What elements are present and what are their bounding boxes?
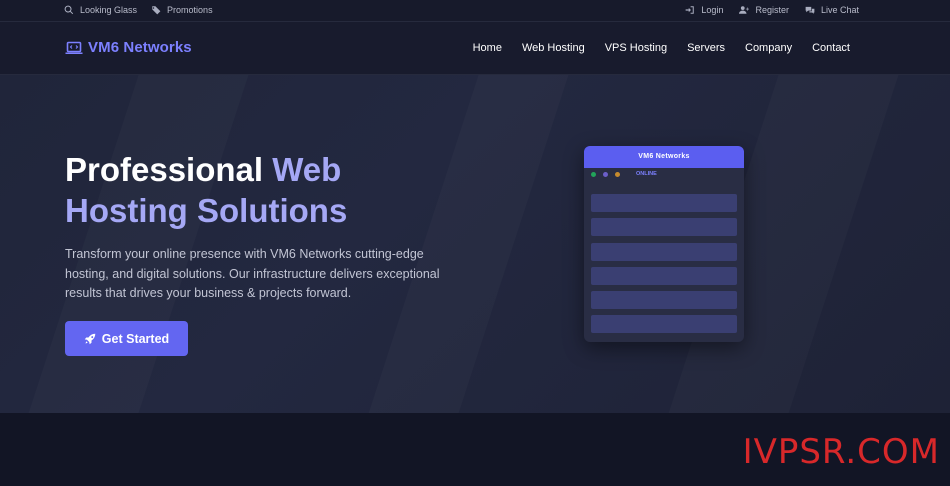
live-chat-link[interactable]: Live Chat: [805, 5, 859, 15]
get-started-label: Get Started: [101, 331, 170, 346]
hero-title-part1: Professional: [65, 151, 273, 188]
topbar-right-links: Login Register Live Chat: [685, 5, 859, 15]
status-dot-green: [591, 172, 596, 177]
mockup-row: [591, 291, 737, 310]
hero-section: Professional Web Hosting Solutions Trans…: [0, 75, 950, 413]
brand-name: VM6 Networks: [88, 39, 192, 56]
mockup-row: [591, 266, 737, 285]
mockup-row: [591, 242, 737, 261]
promotions-label: Promotions: [167, 5, 213, 15]
mockup-rows: [591, 194, 737, 340]
hero-title: Professional Web Hosting Solutions: [65, 149, 495, 231]
status-dot-purple: [603, 172, 608, 177]
rocket-icon: [84, 333, 96, 344]
main-navbar: VM6 Networks Home Web Hosting VPS Hostin…: [0, 22, 950, 75]
nav-vps-hosting[interactable]: VPS Hosting: [605, 42, 667, 54]
nav-web-hosting[interactable]: Web Hosting: [522, 42, 585, 54]
hero-title-accent2: Hosting Solutions: [65, 192, 348, 229]
top-utility-bar: Looking Glass Promotions Login Register …: [0, 0, 950, 22]
mockup-row: [591, 218, 737, 237]
search-icon: [64, 5, 74, 15]
looking-glass-label: Looking Glass: [80, 5, 138, 15]
status-dot-orange: [615, 172, 620, 177]
get-started-button[interactable]: Get Started: [65, 321, 188, 356]
background-stripe: [349, 75, 582, 413]
nav-servers[interactable]: Servers: [687, 42, 725, 54]
mockup-status-bar: ONLINE: [584, 168, 744, 182]
mockup-title: VM6 Networks: [584, 146, 744, 168]
tag-icon: [151, 6, 161, 15]
user-plus-icon: [739, 6, 750, 14]
brand-logo[interactable]: VM6 Networks: [65, 39, 192, 56]
promotions-link[interactable]: Promotions: [151, 5, 213, 15]
mockup-row: [591, 315, 737, 334]
background-stripe: [9, 75, 262, 413]
mockup-row: [591, 194, 737, 212]
looking-glass-link[interactable]: Looking Glass: [64, 5, 137, 15]
register-link[interactable]: Register: [739, 5, 789, 15]
login-label: Login: [701, 5, 724, 15]
primary-nav: Home Web Hosting VPS Hosting Servers Com…: [473, 42, 850, 54]
nav-company[interactable]: Company: [745, 42, 792, 54]
hero-description: Transform your online presence with VM6 …: [65, 247, 440, 300]
chat-icon: [805, 6, 815, 14]
hero-title-accent1: Web: [272, 151, 342, 188]
login-link[interactable]: Login: [685, 5, 723, 15]
live-chat-label: Live Chat: [820, 5, 859, 15]
login-icon: [686, 6, 695, 14]
register-label: Register: [755, 5, 789, 15]
online-status-label: ONLINE: [636, 171, 657, 177]
topbar-left-links: Looking Glass Promotions: [64, 5, 213, 15]
nav-contact[interactable]: Contact: [812, 42, 850, 54]
server-mockup: VM6 Networks ONLINE: [584, 146, 744, 342]
watermark: IVPSR.COM: [742, 432, 940, 472]
nav-home[interactable]: Home: [473, 42, 502, 54]
laptop-icon: [65, 41, 83, 54]
